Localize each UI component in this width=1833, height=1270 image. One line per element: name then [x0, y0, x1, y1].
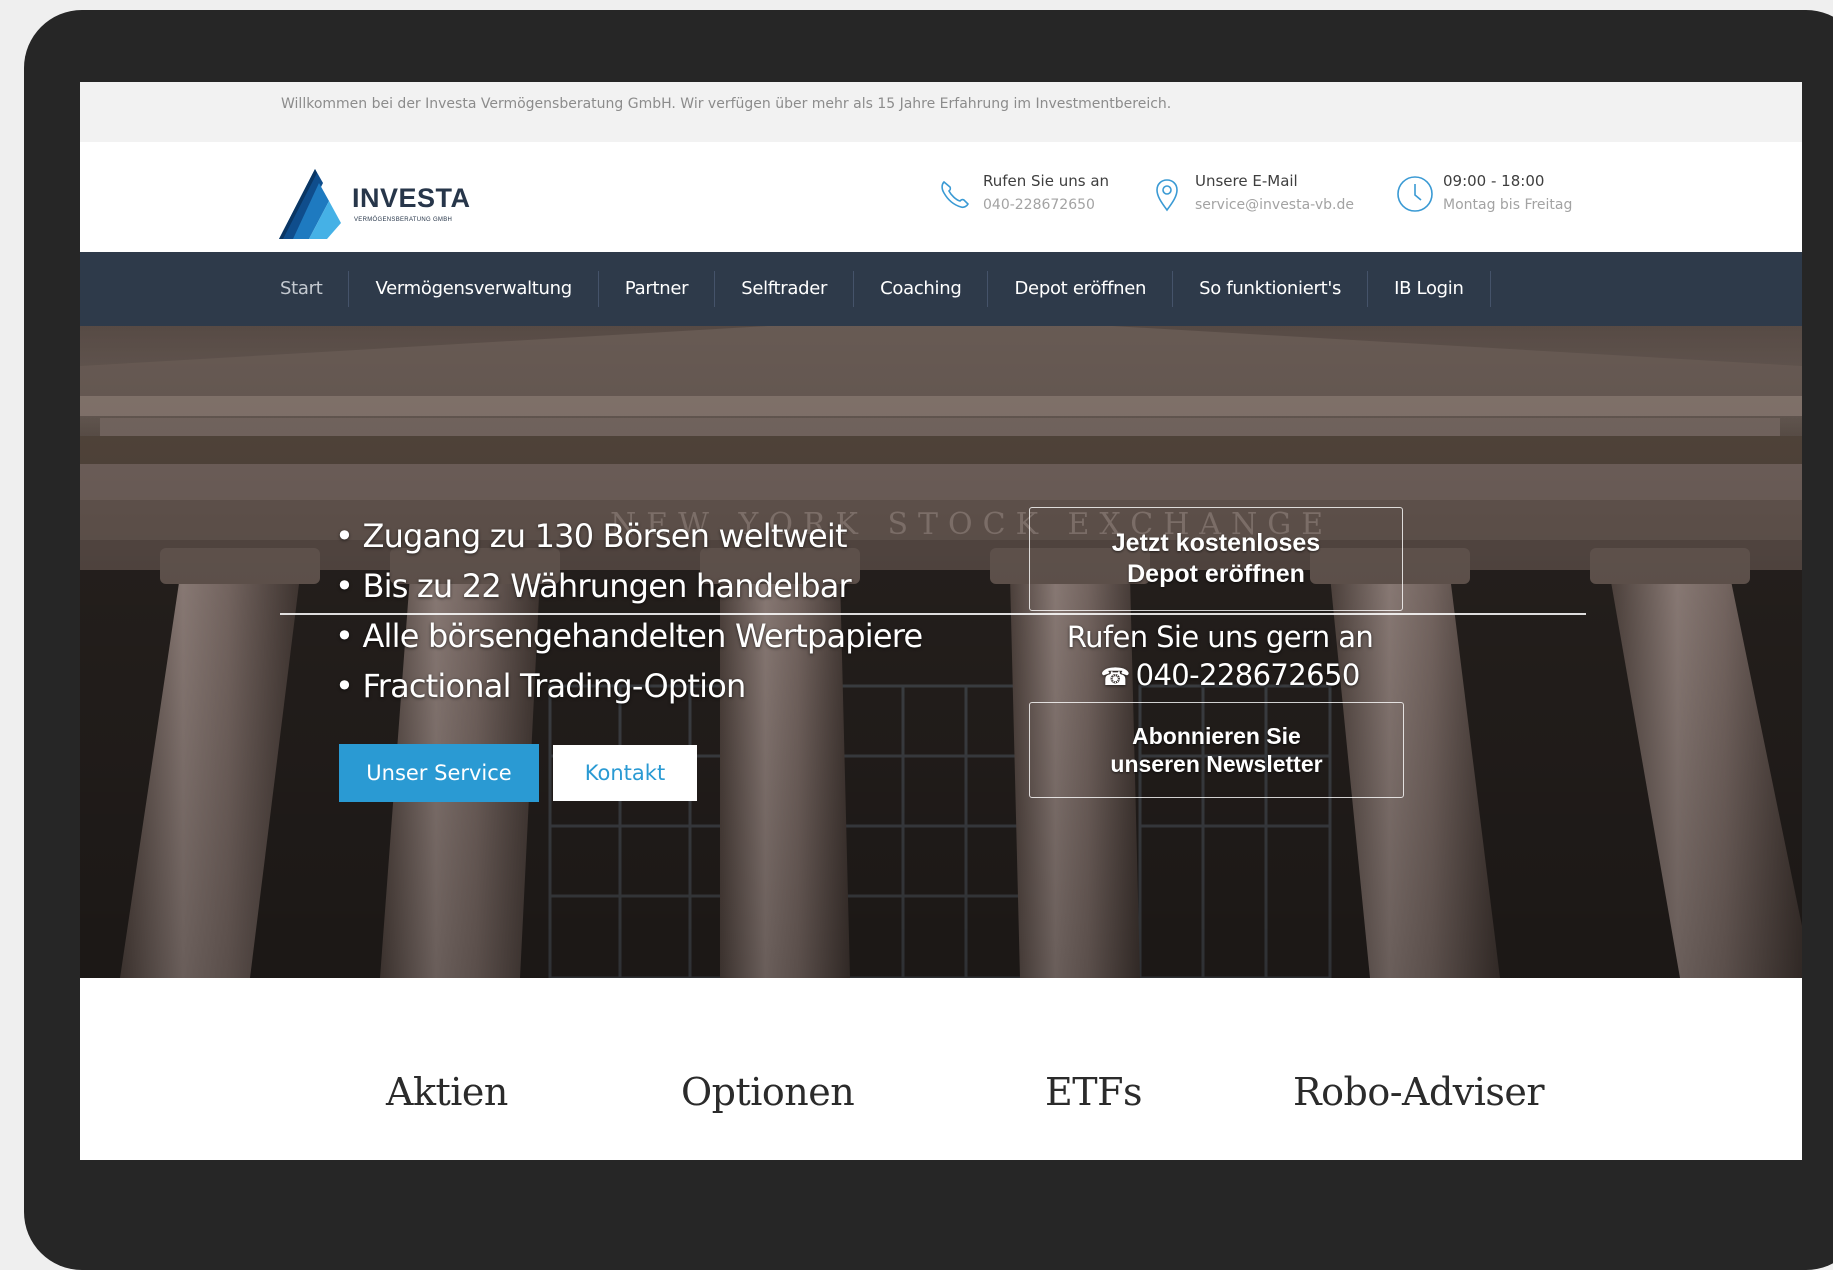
- contact-email-value: service@investa-vb.de: [1195, 197, 1354, 213]
- welcome-text: Willkommen bei der Investa Vermögensbera…: [281, 96, 1172, 112]
- nav-item-partner[interactable]: Partner: [599, 271, 716, 307]
- category-optionen[interactable]: Optionen: [681, 1070, 855, 1114]
- logo-tagline: VERMÖGENSBERATUNG GMBH: [354, 217, 453, 223]
- main-navigation: Start Vermögensverwaltung Partner Selftr…: [80, 252, 1802, 326]
- hero-feature-item: • Fractional Trading-Option: [335, 667, 746, 705]
- call-us-phone-number: 040-228672650: [1135, 658, 1361, 692]
- site-logo[interactable]: INVESTA VERMÖGENSBERATUNG GMBH: [279, 161, 479, 241]
- newsletter-subscribe-button[interactable]: Abonnieren Sie unseren Newsletter: [1029, 702, 1404, 798]
- hero-feature-list: • Zugang zu 130 Börsen weltweit • Bis zu…: [335, 511, 923, 711]
- call-us-phone[interactable]: ☎ 040-228672650: [1085, 658, 1375, 692]
- contact-phone[interactable]: Rufen Sie uns an 040-228672650: [935, 168, 1115, 228]
- category-etfs[interactable]: ETFs: [1045, 1070, 1142, 1114]
- logo-name: INVESTA: [352, 183, 471, 213]
- kontakt-button[interactable]: Kontakt: [553, 745, 697, 801]
- phone-icon: [941, 180, 969, 209]
- unser-service-button[interactable]: Unser Service: [339, 744, 539, 802]
- contact-email-label: Unsere E-Mail: [1195, 172, 1298, 190]
- phone-ringing-icon: ☎: [1100, 663, 1130, 691]
- open-depot-button[interactable]: Jetzt kostenloses Depot eröffnen: [1029, 507, 1403, 611]
- hero-divider: [280, 613, 1586, 615]
- hero-feature-item: • Bis zu 22 Währungen handelbar: [335, 567, 852, 605]
- browser-screen: Willkommen bei der Investa Vermögensbera…: [80, 82, 1802, 1160]
- nav-item-selftrader[interactable]: Selftrader: [715, 271, 855, 307]
- nav-item-so-funktionierts[interactable]: So funktioniert's: [1173, 271, 1369, 307]
- logo-mark-icon: [279, 169, 341, 239]
- newsletter-line2: unseren Newsletter: [1110, 751, 1323, 777]
- location-pin-icon: [1156, 179, 1178, 212]
- hero-banner: NEW YORK STOCK EXCHANGE: [80, 326, 1802, 978]
- nav-item-depot-eroeffnen[interactable]: Depot eröffnen: [988, 271, 1174, 307]
- hero-feature-item: • Alle börsengehandelten Wertpapiere: [335, 617, 923, 655]
- nav-item-start[interactable]: Start: [250, 271, 350, 307]
- category-robo-adviser[interactable]: Robo-Adviser: [1293, 1070, 1545, 1114]
- category-section: Aktien Optionen ETFs Robo-Adviser: [80, 978, 1802, 1160]
- clock-icon: [1397, 176, 1433, 212]
- hours-label: 09:00 - 18:00: [1443, 172, 1545, 190]
- contact-email[interactable]: Unsere E-Mail service@investa-vb.de: [1147, 168, 1354, 228]
- open-depot-line2: Depot eröffnen: [1127, 560, 1305, 588]
- nav-item-ib-login[interactable]: IB Login: [1368, 271, 1491, 307]
- category-aktien[interactable]: Aktien: [386, 1070, 508, 1114]
- site-header: INVESTA VERMÖGENSBERATUNG GMBH Rufen Sie…: [80, 142, 1802, 252]
- call-us-label: Rufen Sie uns gern an: [1066, 620, 1374, 654]
- contact-phone-value: 040-228672650: [983, 197, 1095, 213]
- hero-feature-item: • Zugang zu 130 Börsen weltweit: [335, 517, 848, 555]
- hours-value: Montag bis Freitag: [1443, 197, 1573, 213]
- nav-item-coaching[interactable]: Coaching: [854, 271, 989, 307]
- open-depot-line1: Jetzt kostenloses: [1111, 529, 1321, 557]
- nav-item-vermoegensverwaltung[interactable]: Vermögensverwaltung: [349, 271, 599, 307]
- contact-hours: 09:00 - 18:00 Montag bis Freitag: [1395, 168, 1595, 228]
- welcome-bar: Willkommen bei der Investa Vermögensbera…: [80, 82, 1802, 142]
- newsletter-line1: Abonnieren Sie: [1132, 723, 1301, 749]
- contact-phone-label: Rufen Sie uns an: [983, 172, 1110, 190]
